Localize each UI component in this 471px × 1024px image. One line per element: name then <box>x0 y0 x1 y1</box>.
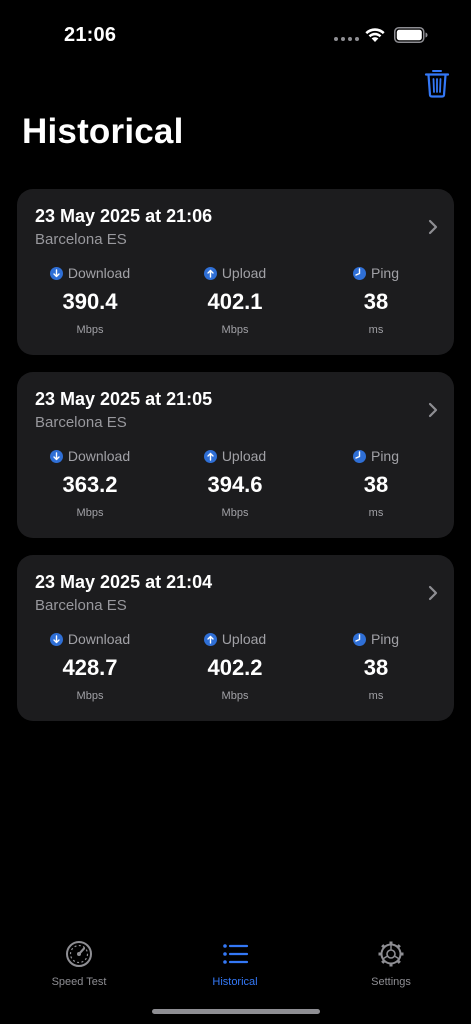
upload-value: 402.2 <box>207 655 263 680</box>
upload-label: Upload <box>221 265 267 281</box>
tab-speed-test[interactable]: Speed Test <box>24 940 134 988</box>
download-label: Download <box>67 631 131 647</box>
ping-unit: ms <box>368 507 384 519</box>
download-value: 390.4 <box>62 289 118 314</box>
status-time: 21:06 <box>64 24 117 46</box>
result-date: 23 May 2025 at 21:05 <box>35 389 213 409</box>
download-metric: Download 363.2 Mbps <box>30 448 150 519</box>
upload-value: 394.6 <box>207 472 263 497</box>
download-metric: Download 390.4 Mbps <box>30 265 150 336</box>
result-location: Barcelona ES <box>35 414 127 431</box>
list-icon <box>223 944 249 964</box>
upload-metric: Upload 402.2 Mbps <box>175 631 295 702</box>
download-unit: Mbps <box>76 690 104 702</box>
battery-icon <box>394 27 428 43</box>
upload-unit: Mbps <box>221 324 249 336</box>
tab-label: Settings <box>371 976 411 988</box>
ping-metric: Ping 38 ms <box>316 631 436 702</box>
tab-label: Historical <box>212 976 258 988</box>
ping-icon <box>352 632 366 646</box>
download-value: 363.2 <box>62 472 118 497</box>
ping-value: 38 <box>363 655 389 680</box>
ping-unit: ms <box>368 690 384 702</box>
speedometer-icon <box>66 941 92 967</box>
chevron-right-icon <box>428 585 438 601</box>
ping-value: 38 <box>363 289 389 314</box>
result-card[interactable]: 23 May 2025 at 21:05 Barcelona ES Downlo… <box>17 372 454 538</box>
upload-metric: Upload 402.1 Mbps <box>175 265 295 336</box>
result-location: Barcelona ES <box>35 231 127 248</box>
download-unit: Mbps <box>76 507 104 519</box>
ping-value: 38 <box>363 472 389 497</box>
result-card[interactable]: 23 May 2025 at 21:04 Barcelona ES Downlo… <box>17 555 454 721</box>
ping-icon <box>352 266 366 280</box>
upload-label: Upload <box>221 448 267 464</box>
gear-icon <box>378 941 404 967</box>
download-icon <box>49 632 63 646</box>
download-value: 428.7 <box>62 655 118 680</box>
page-title: Historical <box>22 112 184 151</box>
result-location: Barcelona ES <box>35 597 127 614</box>
ping-label: Ping <box>370 265 400 281</box>
chevron-right-icon <box>428 219 438 235</box>
chevron-right-icon <box>428 402 438 418</box>
ping-unit: ms <box>368 324 384 336</box>
upload-icon <box>203 449 217 463</box>
download-metric: Download 428.7 Mbps <box>30 631 150 702</box>
delete-all-button[interactable] <box>424 68 450 98</box>
trash-icon <box>424 70 450 98</box>
signal-icon <box>334 37 359 41</box>
status-bar: 21:06 <box>0 0 471 60</box>
ping-metric: Ping 38 ms <box>316 448 436 519</box>
download-icon <box>49 266 63 280</box>
upload-metric: Upload 394.6 Mbps <box>175 448 295 519</box>
wifi-icon <box>365 28 385 42</box>
result-date: 23 May 2025 at 21:06 <box>35 206 213 226</box>
ping-label: Ping <box>370 448 400 464</box>
download-unit: Mbps <box>76 324 104 336</box>
tab-historical[interactable]: Historical <box>180 940 290 988</box>
tab-label: Speed Test <box>51 976 107 988</box>
upload-unit: Mbps <box>221 507 249 519</box>
upload-icon <box>203 266 217 280</box>
tab-settings[interactable]: Settings <box>336 940 446 988</box>
ping-metric: Ping 38 ms <box>316 265 436 336</box>
ping-label: Ping <box>370 631 400 647</box>
upload-unit: Mbps <box>221 690 249 702</box>
download-icon <box>49 449 63 463</box>
upload-label: Upload <box>221 631 267 647</box>
result-card[interactable]: 23 May 2025 at 21:06 Barcelona ES Downlo… <box>17 189 454 355</box>
ping-icon <box>352 449 366 463</box>
home-indicator[interactable] <box>152 1009 320 1014</box>
upload-icon <box>203 632 217 646</box>
download-label: Download <box>67 265 131 281</box>
download-label: Download <box>67 448 131 464</box>
upload-value: 402.1 <box>207 289 263 314</box>
result-date: 23 May 2025 at 21:04 <box>35 572 213 592</box>
